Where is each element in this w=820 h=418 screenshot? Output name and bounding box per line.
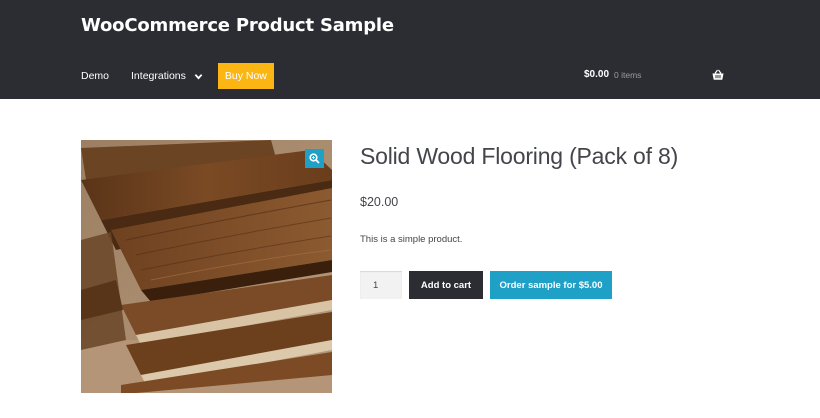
order-sample-button[interactable]: Order sample for $5.00 <box>490 271 612 299</box>
cart-total: $0.00 <box>584 69 610 80</box>
site-title[interactable]: WooCommerce Product Sample <box>81 15 394 36</box>
nav-item-buy-now[interactable]: Buy Now <box>217 63 274 89</box>
zoom-in-icon <box>309 153 320 164</box>
basket-icon[interactable] <box>712 69 724 81</box>
primary-nav: Demo Integrations Buy Now <box>81 63 274 89</box>
nav-item-demo[interactable]: Demo <box>81 70 109 82</box>
product-title: Solid Wood Flooring (Pack of 8) <box>360 143 679 169</box>
quantity-input[interactable] <box>360 271 402 299</box>
product-description: This is a simple product. <box>360 234 463 245</box>
zoom-button[interactable] <box>305 149 324 168</box>
product-image[interactable] <box>81 140 332 393</box>
chevron-down-icon <box>194 73 203 79</box>
nav-item-integrations-label: Integrations <box>131 70 186 82</box>
add-to-cart-button[interactable]: Add to cart <box>409 271 483 299</box>
cart-count: 0 items <box>614 69 642 80</box>
nav-item-integrations[interactable]: Integrations <box>131 70 203 82</box>
wood-flooring-photo <box>81 140 332 393</box>
product-price: $20.00 <box>360 195 399 209</box>
site-header: WooCommerce Product Sample Demo Integrat… <box>0 0 820 99</box>
header-cart[interactable]: $0.00 0 items <box>584 69 641 80</box>
